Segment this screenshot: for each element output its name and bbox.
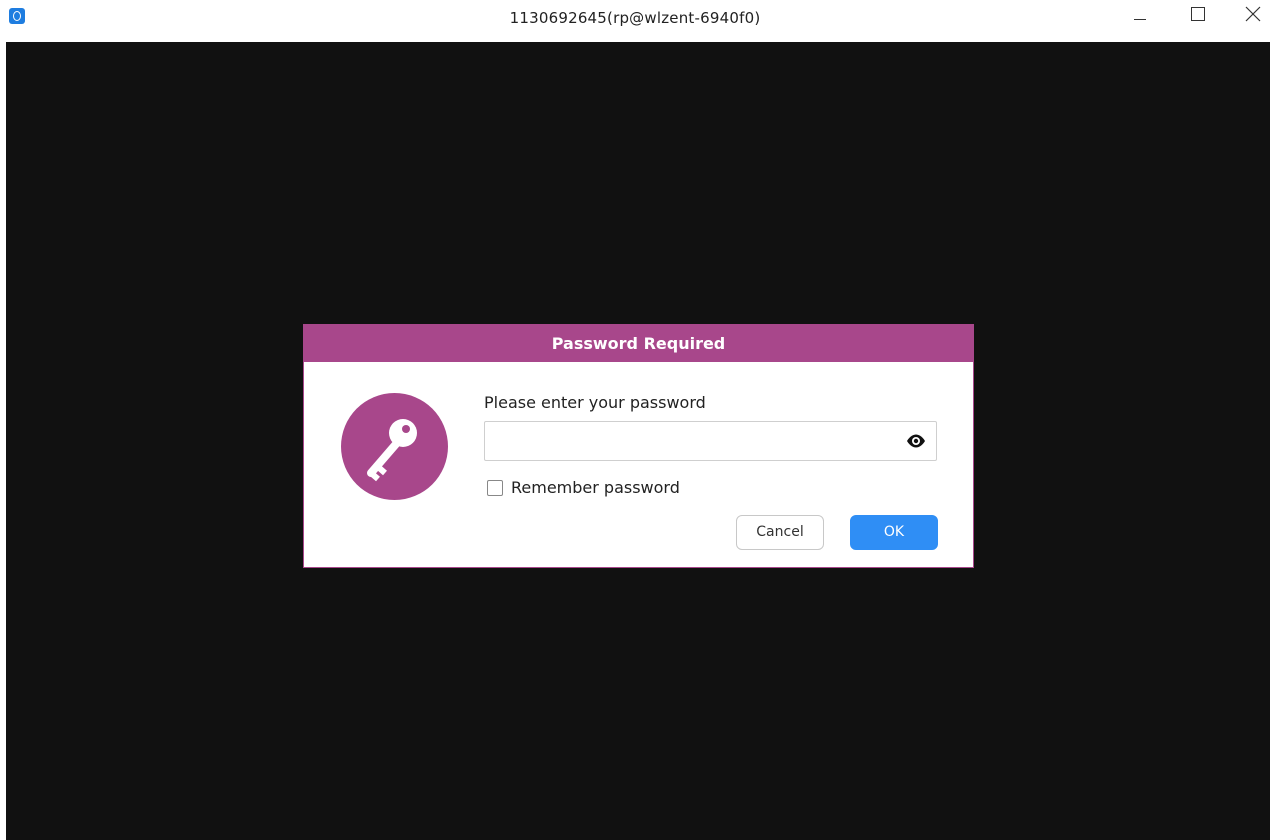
remember-password-label[interactable]: Remember password [511, 478, 680, 497]
ok-button[interactable]: OK [850, 515, 938, 550]
app-window: 1130692645(rp@wlzent-6940f0) Password Re… [0, 0, 1270, 840]
window-title: 1130692645(rp@wlzent-6940f0) [509, 9, 761, 27]
remember-password-checkbox[interactable] [487, 480, 503, 496]
password-input[interactable] [491, 428, 895, 456]
key-icon [341, 393, 448, 500]
minimize-button[interactable] [1125, 4, 1155, 28]
close-button[interactable] [1238, 4, 1268, 28]
close-icon [1245, 6, 1261, 22]
cancel-button[interactable]: Cancel [736, 515, 824, 550]
title-bar[interactable]: 1130692645(rp@wlzent-6940f0) [0, 0, 1270, 41]
dialog-title: Password Required [304, 325, 973, 362]
eye-icon[interactable] [906, 433, 926, 449]
password-dialog: Password Required Please enter your pass… [303, 324, 974, 568]
password-prompt: Please enter your password [484, 393, 706, 412]
maximize-button[interactable] [1183, 4, 1213, 28]
password-field[interactable] [484, 421, 937, 461]
